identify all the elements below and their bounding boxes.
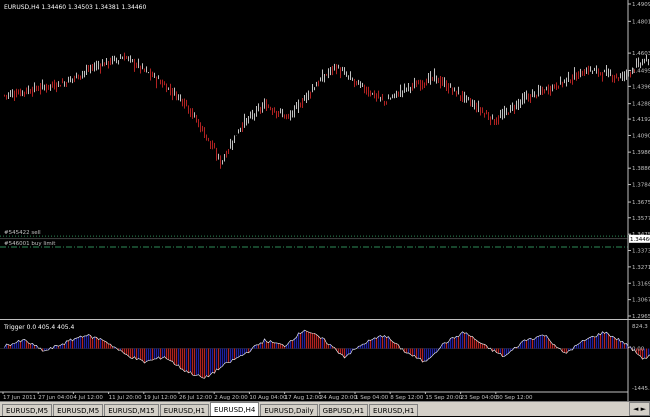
price-label: 1.32710 (632, 265, 650, 271)
tab-eurusd-h4[interactable]: EURUSD,H4 (210, 402, 259, 416)
price-label: 1.49090 (632, 2, 650, 8)
tab-eurusd-daily[interactable]: EURUSD,Daily (260, 404, 317, 416)
price-label: 1.48010 (632, 19, 650, 25)
indicator-scale-label: 824.3 (632, 324, 648, 330)
tab-eurusd-m5[interactable]: EURUSD,M5 (2, 404, 52, 416)
tab-scroll-arrows[interactable]: ◄ ► (629, 402, 650, 416)
tab-gbpusd-h1[interactable]: GBPUSD,H1 (319, 404, 368, 416)
price-chart[interactable]: #545422 sell #546001 buy limit 1.49090 1.4… (0, 0, 650, 320)
price-label: 1.40900 (632, 133, 650, 139)
trading-terminal: #545422 sell #546001 buy limit 1.49090 1.4… (0, 0, 650, 416)
price-label: 1.31690 (632, 281, 650, 287)
price-label: 1.38860 (632, 166, 650, 172)
tab-eurusd-m5[interactable]: EURUSD,M5 (53, 404, 103, 416)
order-label: #546001 buy limit (4, 241, 56, 247)
price-label: 1.42880 (632, 102, 650, 108)
indicator-background (0, 320, 650, 401)
indicator-scale-label: -1445.2 (632, 386, 650, 392)
indicator-label: Trigger 0.0 405.4 405.4 (3, 324, 74, 331)
price-label: 1.36750 (632, 200, 650, 206)
tab-eurusd-m15[interactable]: EURUSD,M15 (104, 404, 159, 416)
price-label: 1.41920 (632, 117, 650, 123)
price-label: 1.43960 (632, 84, 650, 90)
chart-background (0, 0, 650, 320)
tab-eurusd-h1[interactable]: EURUSD,H1 (160, 404, 209, 416)
chart-tab-bar: EURUSD,M5EURUSD,M5EURUSD,M15EURUSD,H1EUR… (0, 401, 650, 416)
price-label: 1.37840 (632, 183, 650, 189)
indicator-window[interactable]: 824.30.00-1445.2 17 Jun 201127 Jun 04:00… (0, 320, 650, 401)
indicator-scale-label: 0.00 (632, 347, 645, 353)
price-label: 1.46030 (632, 51, 650, 57)
price-label: 1.30670 (632, 298, 650, 304)
price-label: 1.35770 (632, 216, 650, 222)
current-price-label: 1.34460 (630, 237, 650, 243)
tab-eurusd-h1[interactable]: EURUSD,H1 (369, 404, 418, 416)
chart-header: EURUSD,H4 1.34460 1.34503 1.34381 1.3446… (4, 4, 146, 11)
price-label: 1.44950 (632, 68, 650, 74)
price-label: 1.39860 (632, 150, 650, 156)
order-label: #545422 sell (4, 230, 41, 236)
price-label: 1.33730 (632, 249, 650, 255)
